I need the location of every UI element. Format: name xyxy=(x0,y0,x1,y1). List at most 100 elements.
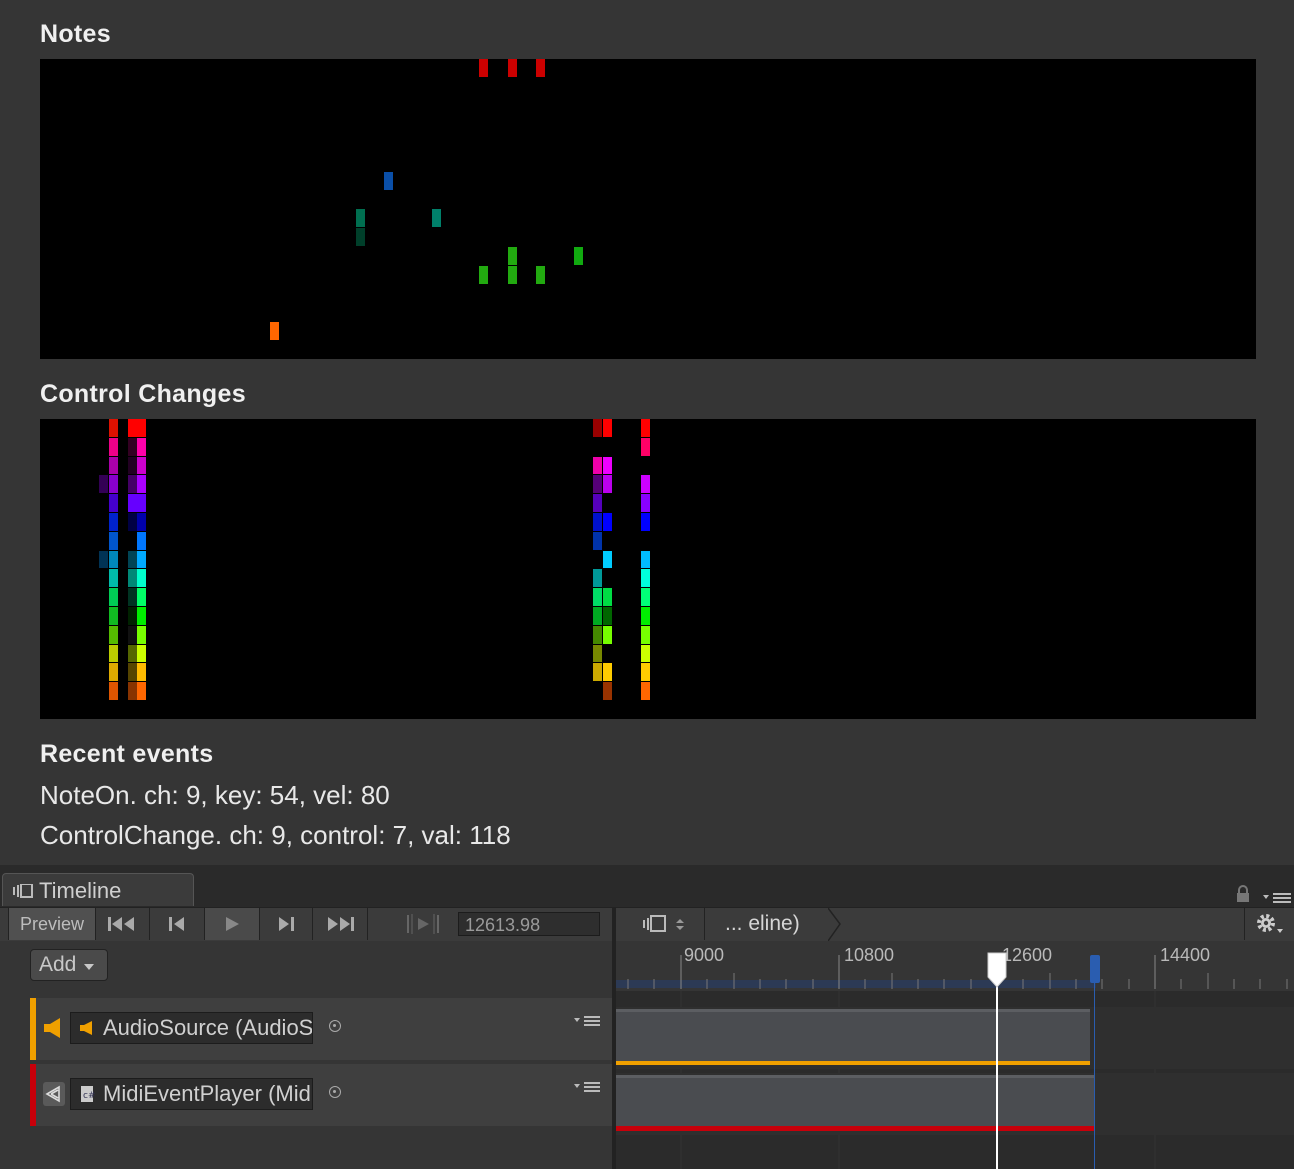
track-midi-event-player[interactable]: c# MidiEventPlayer (MidiEventPlayer) xyxy=(30,1064,612,1126)
control-change-cell xyxy=(127,625,137,644)
note-cell xyxy=(431,209,441,228)
end-marker[interactable] xyxy=(1090,955,1100,983)
play-range-icon xyxy=(407,914,439,934)
control-change-cell xyxy=(127,419,137,437)
timeline-view-icon xyxy=(643,915,684,932)
control-change-cell xyxy=(593,456,602,475)
play-icon xyxy=(226,917,239,931)
control-change-cell xyxy=(127,531,137,550)
previous-frame-button[interactable] xyxy=(150,908,205,940)
control-change-cell xyxy=(108,682,118,700)
end-marker-line xyxy=(1094,981,1095,1169)
window-menu-icon[interactable] xyxy=(1262,891,1292,905)
note-cell xyxy=(507,59,517,77)
audio-clip[interactable] xyxy=(616,1009,1090,1065)
go-to-start-button[interactable] xyxy=(95,908,150,940)
recent-events-heading: Recent events xyxy=(40,740,214,768)
object-picker-icon[interactable] xyxy=(329,1086,341,1098)
playhead-line xyxy=(996,981,998,1169)
control-change-cell xyxy=(593,419,602,437)
control-change-cell xyxy=(640,663,650,682)
track-color-stripe xyxy=(30,1064,36,1126)
breadcrumb-arrow-icon xyxy=(828,908,841,941)
track-menu-icon[interactable] xyxy=(574,1080,602,1096)
note-cell xyxy=(479,59,488,77)
control-change-cell xyxy=(640,644,650,663)
control-change-cell xyxy=(640,494,650,512)
control-change-cell xyxy=(137,607,146,625)
control-change-cell xyxy=(640,682,650,700)
note-cell xyxy=(384,171,393,190)
dropdown-arrow-icon xyxy=(84,964,95,970)
note-cell xyxy=(507,247,517,265)
playhead-handle[interactable] xyxy=(986,951,1008,989)
control-change-cell xyxy=(602,625,612,644)
track-view-toggle[interactable] xyxy=(640,908,690,940)
notes-heading: Notes xyxy=(40,20,111,48)
audio-source-binding-field[interactable]: AudioSource (AudioSource) xyxy=(70,1012,313,1044)
control-change-cell xyxy=(127,475,137,494)
next-frame-button[interactable] xyxy=(260,908,313,940)
control-change-cell xyxy=(602,682,612,700)
svg-text:c#: c# xyxy=(83,1091,95,1101)
control-change-cell xyxy=(602,456,612,475)
timeline-icon xyxy=(13,884,33,898)
control-change-cell xyxy=(640,550,650,569)
control-change-cell xyxy=(127,437,137,456)
control-change-cell xyxy=(640,625,650,644)
control-change-cell xyxy=(602,588,612,606)
track-color-stripe xyxy=(30,998,36,1060)
step-forward-icon xyxy=(279,917,294,931)
go-to-end-button[interactable] xyxy=(313,908,368,940)
control-change-cell xyxy=(602,550,612,569)
control-change-cell xyxy=(137,682,146,700)
control-change-cell xyxy=(593,494,602,512)
control-change-cell xyxy=(137,550,146,569)
control-change-cell xyxy=(127,682,137,700)
play-button[interactable] xyxy=(205,908,260,940)
time-ruler[interactable]: 9000 10800 12600 14400 xyxy=(616,941,1294,991)
add-track-button[interactable]: Add xyxy=(30,949,108,981)
control-change-cell xyxy=(108,607,118,625)
control-change-cell xyxy=(137,588,146,606)
script-icon: c# xyxy=(81,1086,95,1102)
control-changes-grid xyxy=(40,419,1256,719)
control-change-cell xyxy=(602,513,612,531)
midi-clip[interactable] xyxy=(616,1075,1094,1131)
control-change-cell xyxy=(640,607,650,625)
track-list: Add AudioSource (AudioSource) c# MidiEve… xyxy=(0,941,612,1169)
step-back-icon xyxy=(169,917,184,931)
control-change-cell xyxy=(137,456,146,475)
note-cell xyxy=(536,59,545,77)
lock-icon[interactable] xyxy=(1236,885,1250,903)
note-cell xyxy=(479,265,488,284)
control-change-cell xyxy=(593,625,602,644)
control-change-cell xyxy=(108,550,118,569)
timeline-tracks-area[interactable]: 9000 10800 12600 14400 xyxy=(616,941,1294,1169)
control-change-cell xyxy=(108,437,118,456)
settings-button[interactable] xyxy=(1244,908,1294,940)
timeline-toolbar: Preview 12613.98 ... eline) xyxy=(0,907,1294,942)
object-picker-icon[interactable] xyxy=(329,1020,341,1032)
control-change-cell xyxy=(108,644,118,663)
control-change-cell xyxy=(640,588,650,606)
control-change-cell xyxy=(108,663,118,682)
current-time-field[interactable]: 12613.98 xyxy=(458,912,600,936)
control-change-cell xyxy=(127,513,137,531)
play-range-button[interactable] xyxy=(400,908,446,940)
control-change-cell xyxy=(137,494,146,512)
track-audio-source[interactable]: AudioSource (AudioSource) xyxy=(30,998,612,1060)
tab-timeline[interactable]: Timeline xyxy=(2,873,194,906)
breadcrumb[interactable]: ... eline) xyxy=(704,908,830,940)
track-menu-icon[interactable] xyxy=(574,1014,602,1030)
control-change-cell xyxy=(640,513,650,531)
control-change-cell xyxy=(108,531,118,550)
midi-player-binding-field[interactable]: c# MidiEventPlayer (MidiEventPlayer) xyxy=(70,1078,313,1110)
control-change-cell xyxy=(593,607,602,625)
timeline-window: Timeline Preview 12613.98 ... eline) Add… xyxy=(0,865,1294,1169)
preview-button[interactable]: Preview xyxy=(8,908,96,940)
recent-event-line: NoteOn. ch: 9, key: 54, vel: 80 xyxy=(40,780,390,810)
control-change-cell xyxy=(640,475,650,494)
control-change-cell xyxy=(137,663,146,682)
control-change-cell xyxy=(602,607,612,625)
